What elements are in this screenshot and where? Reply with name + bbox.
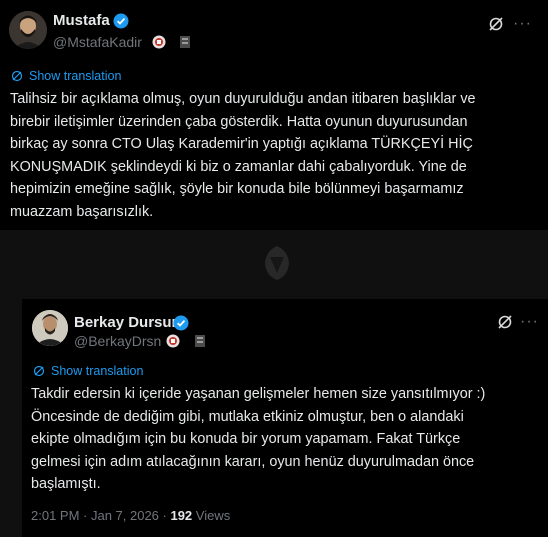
more-icon[interactable]: ···: [520, 313, 539, 331]
watermark-logo-icon: [265, 246, 289, 280]
profile-badge-icon: [166, 334, 180, 348]
translate-icon: [11, 70, 23, 82]
author-handle[interactable]: @MstafaKadir: [53, 34, 142, 50]
more-icon[interactable]: ···: [513, 15, 532, 33]
quoted-author-handle[interactable]: @BerkayDrsn: [74, 333, 161, 349]
flag-badge-icon: [195, 335, 205, 347]
show-translation-link[interactable]: Show translation: [29, 69, 121, 83]
quoted-author-name[interactable]: Berkay Dursun: [74, 314, 181, 331]
tweet-text: Talihsiz bir açıklama olmuş, oyun duyuru…: [10, 91, 476, 220]
verified-badge-icon: [173, 315, 189, 331]
profile-badge-icon: [152, 35, 166, 49]
quoted-tweet-text: Takdir edersin ki içeride yaşanan gelişm…: [31, 386, 486, 492]
timestamp[interactable]: 2:01 PM · Jan 7, 2026 ·: [31, 508, 170, 523]
tweet-meta: 2:01 PM · Jan 7, 2026 · 192 Views: [31, 508, 230, 523]
grok-icon[interactable]: [497, 314, 513, 330]
translate-icon: [33, 365, 45, 377]
avatar[interactable]: [9, 11, 47, 49]
author-name[interactable]: Mustafa: [53, 12, 110, 29]
tweet-card: Mustafa @MstafaKadir ··· Show translatio…: [0, 0, 548, 230]
views-label: Views: [192, 508, 231, 523]
quoted-avatar[interactable]: [32, 310, 68, 346]
quoted-tweet-card[interactable]: Berkay Dursun @BerkayDrsn ··· Show trans…: [22, 299, 548, 537]
verified-badge-icon: [113, 13, 129, 29]
flag-badge-icon: [180, 36, 190, 48]
grok-icon[interactable]: [488, 16, 504, 32]
views-count: 192: [170, 508, 193, 523]
show-translation-link[interactable]: Show translation: [51, 364, 143, 378]
